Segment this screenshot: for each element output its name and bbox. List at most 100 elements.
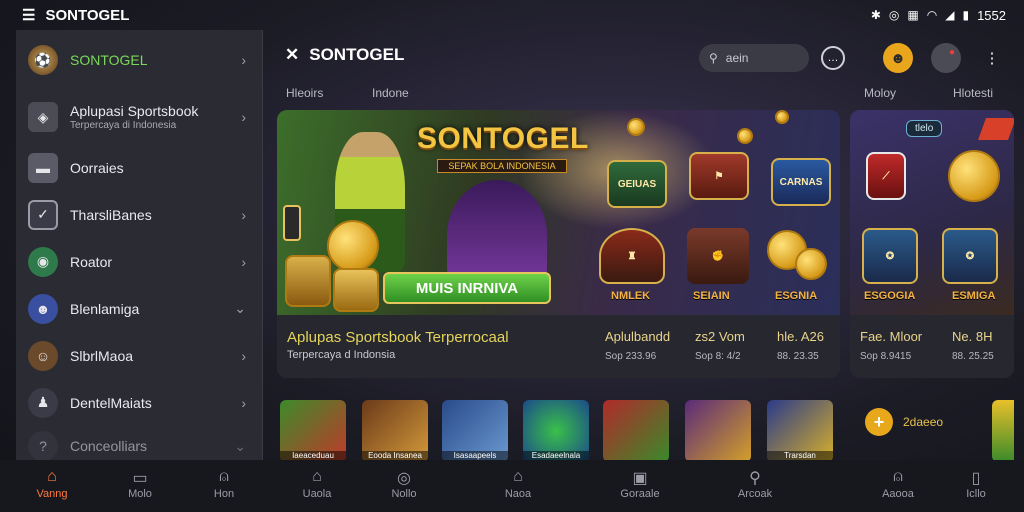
sidebar-item-sontogel[interactable]: ⚽ SONTOGEL ›: [16, 30, 262, 90]
promo-banner[interactable]: SONTOGEL SEPAK BOLA INDONESIA MUIS INRNI…: [277, 110, 840, 378]
info-cell-sub: 88. 25.25: [952, 351, 994, 362]
nav-item-aaooa[interactable]: ⍝ Aaooa: [868, 468, 928, 500]
sidebar-item-slbrlmaoa[interactable]: ☺ SlbrlMaoa ›: [16, 332, 262, 379]
tile-label: NMLEK: [611, 290, 651, 302]
status-time: 1552: [977, 7, 1006, 23]
battery-icon: ▮: [962, 8, 970, 22]
game-thumbnail[interactable]: [685, 400, 751, 462]
chevron-down-icon: ⌄: [234, 300, 246, 316]
info-cell-title: Ne. 8H: [952, 329, 993, 344]
coin-icon: [737, 128, 753, 144]
toggle-icon: [283, 205, 301, 241]
banner-info: Aplupas Sportsbook Terperrocaal Terperca…: [277, 315, 840, 378]
chevron-right-icon: ›: [241, 109, 246, 125]
info-cell-sub: Sop 8.9415: [860, 351, 912, 362]
game-name: Iaeaceduau: [280, 451, 346, 460]
game-tile[interactable]: GEIUAS: [607, 160, 667, 208]
sidebar-item-dentelmaiats[interactable]: ♟ DentelMaiats ›: [16, 379, 262, 426]
vibrate-icon: ◎: [888, 8, 900, 22]
tab-hleoirs[interactable]: Hleoirs: [286, 86, 323, 100]
ribbon-icon: [977, 118, 1014, 140]
close-icon[interactable]: ✕: [285, 45, 299, 65]
signal-icon: ◢: [945, 8, 955, 22]
sidebar-item-roator[interactable]: ◉ Roator ›: [16, 238, 262, 285]
game-thumbnail[interactable]: Trarsdan: [767, 400, 833, 462]
sidebar-item-sportsbook[interactable]: ◈ Aplupasi Sportsbook Terpercaya di Indo…: [16, 90, 262, 144]
nav-label: Goraale: [620, 488, 660, 500]
inbox-icon: ✓: [28, 199, 58, 230]
game-thumbnail[interactable]: Isasaapeels: [442, 400, 508, 462]
home-icon: ⌂: [47, 468, 57, 485]
wifi-icon: ◠: [926, 8, 938, 22]
sidebar-item-label: Oorraies: [70, 159, 124, 176]
trophy-icon: ⚑: [714, 170, 724, 182]
card-icon: ▬: [28, 152, 58, 183]
banner-logo-text: SONTOGEL: [417, 122, 589, 155]
nav-item-goraale[interactable]: ▣ Goraale: [610, 468, 670, 500]
tab-moloy[interactable]: Moloy: [864, 86, 896, 100]
user-icon: ⍝: [893, 468, 903, 485]
tab-indone[interactable]: Indone: [372, 86, 409, 100]
square-icon: ▭: [132, 470, 148, 487]
nav-item-arcoak[interactable]: ⚲ Arcoak: [725, 468, 785, 500]
nav-item-hon[interactable]: ⍝ Hon: [194, 468, 254, 500]
sidebar-item-tharslibanes[interactable]: ✓ TharsliBanes ›: [16, 191, 262, 238]
game-thumbnail[interactable]: Iaeaceduau: [280, 400, 346, 462]
coin-stack-icon: [285, 255, 331, 307]
games-row: Iaeaceduau Eooda Insanea Isasaapeels Esa…: [280, 400, 1014, 462]
circle-icon: ◎: [397, 470, 411, 487]
sidebar-item-label: Blenlamiga: [70, 300, 140, 317]
nav-item-molo[interactable]: ▭ Molo: [110, 468, 170, 500]
play-now-button[interactable]: MUIS INRNIVA: [383, 272, 551, 304]
side-banner-info: Fae. Mloor Sop 8.9415 Ne. 8H 88. 25.25: [850, 315, 1014, 378]
status-brand: ☰ SONTOGEL: [22, 6, 130, 25]
game-thumbnail[interactable]: [992, 400, 1014, 462]
home-icon: ⌂: [312, 468, 322, 485]
menu-icon[interactable]: ☰: [22, 6, 35, 24]
game-thumbnail[interactable]: Eooda Insanea: [362, 400, 428, 462]
banner-artwork: SONTOGEL SEPAK BOLA INDONESIA MUIS INRNI…: [277, 110, 840, 315]
nav-item-home[interactable]: ⌂ Vanng: [22, 468, 82, 500]
grid-icon: ▦: [907, 8, 919, 22]
nav-item-uaola[interactable]: ⌂ Uaola: [287, 468, 347, 500]
system-icons: ✱ ◎ ▦ ◠ ◢ ▮ 1552: [871, 8, 1006, 23]
banner-logo: SONTOGEL SEPAK BOLA INDONESIA: [417, 122, 589, 174]
chat-icon: ▣: [632, 470, 648, 487]
side-promo-banner[interactable]: tlelo ⟋ ✪ ✪ ESGOGIA ESMIGA Fae. Mloor So…: [850, 110, 1014, 378]
nav-label: Arcoak: [737, 488, 773, 500]
nav-label: Uaola: [302, 488, 332, 500]
nav-item-icllo[interactable]: ▯ Icllo: [946, 468, 1006, 500]
chevron-right-icon: ›: [241, 394, 246, 411]
shield-icon: ⟋: [866, 152, 906, 200]
search-input[interactable]: ⚲ aein: [699, 44, 809, 72]
nav-label: Aaooa: [882, 488, 914, 500]
avatar[interactable]: ☻: [883, 43, 913, 73]
nav-label: Nollo: [391, 488, 417, 500]
game-thumbnail[interactable]: [603, 400, 669, 462]
chat-icon[interactable]: …: [821, 46, 845, 70]
tab-hlotesti[interactable]: Hlotesti: [953, 86, 993, 100]
notification-icon[interactable]: ●: [931, 43, 961, 73]
sidebar-item-oorraies[interactable]: ▬ Oorraies: [16, 144, 262, 191]
nav-label: Icllo: [966, 488, 986, 500]
game-name: Isasaapeels: [442, 451, 508, 460]
page-title: ✕ SONTOGEL: [285, 45, 404, 65]
game-tile[interactable]: CARNAS: [771, 158, 831, 206]
game-tile[interactable]: ⚑: [689, 152, 749, 200]
game-thumbnail[interactable]: Esadaeelnala: [523, 400, 589, 462]
plus-icon: +: [865, 408, 893, 436]
more-icon[interactable]: ⋮: [977, 43, 1007, 73]
sidebar-item-blenlamiga[interactable]: ☻ Blenlamiga ⌄: [16, 285, 262, 332]
status-app-name: SONTOGEL: [45, 6, 130, 24]
add-promo[interactable]: + 2daeeo: [865, 408, 943, 436]
person-icon: ♟: [28, 387, 58, 418]
shield-icon: ✪: [862, 228, 918, 284]
nav-item-naoa[interactable]: ⌂ Naoa: [488, 468, 548, 500]
nav-label: Naoa: [504, 488, 532, 500]
chevron-right-icon: ›: [241, 253, 246, 270]
side-badge: tlelo: [906, 120, 943, 137]
nav-item-nollo[interactable]: ◎ Nollo: [374, 468, 434, 500]
banner-subtitle: Terpercaya d Indonsia: [287, 349, 396, 361]
sidebar-item-sub: Terpercaya di Indonesia: [70, 120, 177, 131]
sidebar-item-label: Conceolliars: [70, 438, 148, 454]
